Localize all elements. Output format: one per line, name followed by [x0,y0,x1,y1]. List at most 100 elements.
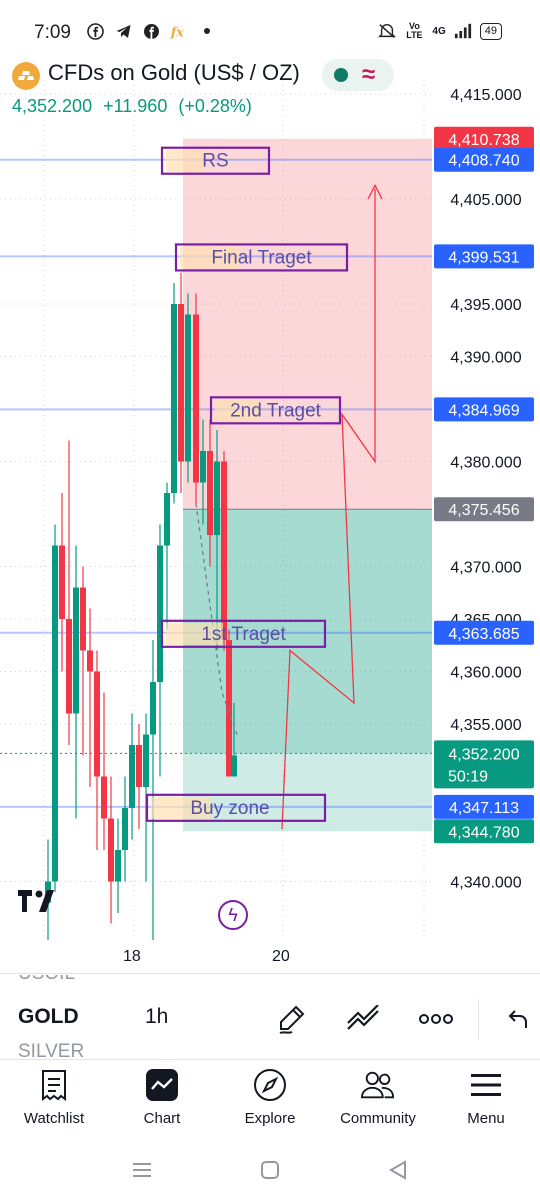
nav-label-explore: Explore [244,1110,296,1127]
candle-body-12[interactable] [129,745,135,808]
axis-tick-2: 4,395.000 [450,297,521,314]
symbol-current[interactable]: GOLD [18,1005,79,1029]
candle-body-18[interactable] [171,304,177,493]
nav-menu[interactable]: Menu [436,1068,536,1127]
last-price-countdown: 50:19 [448,768,488,785]
candle-body-22[interactable] [200,451,206,483]
watchlist-icon [37,1068,71,1102]
axis-tick-3: 4,390.000 [450,350,521,367]
price-tag-label-3: 4,384.969 [448,402,519,419]
chart-canvas[interactable]: RS Final Traget 2nd Traget 1st Traget Buy zo… [0,80,540,940]
back-icon[interactable] [384,1156,412,1184]
annotation-label-1: Final Traget [211,247,312,268]
price-tag-label-6: 4,347.113 [449,800,519,817]
symbol-prev[interactable]: USOIL [18,975,75,985]
price-tag-label-2: 4,399.531 [448,249,519,266]
annotation-highlight-0 [166,149,204,172]
candle-body-25[interactable] [221,461,227,641]
price-tag-label-0: 4,410.738 [448,132,519,149]
mute-icon [378,22,397,40]
axis-tick-5: 4,370.000 [450,560,521,577]
time-label-18: 18 [123,948,141,965]
undo-icon[interactable] [498,999,538,1039]
candle-body-13[interactable] [136,745,142,787]
annotation-label-2: 2nd Traget [230,400,322,421]
candle-body-1[interactable] [52,545,58,882]
candle-body-17[interactable] [164,493,170,546]
facebook-icon [86,22,104,40]
facebook-icon-2 [142,22,160,40]
system-icons: Vo LTE 4G 49 [378,22,502,40]
annotation-label-0: RS [202,151,228,172]
bottom-navigation: Watchlist Chart Explore Community Menu [0,1059,540,1137]
candle-body-8[interactable] [101,776,107,819]
community-icon [361,1068,395,1102]
stop-loss-zone [183,138,432,510]
fx-icon: fx [170,22,188,40]
network-type: 4G [432,25,446,37]
axis-tick-0: 4,415.000 [450,87,521,104]
candle-body-14[interactable] [143,734,149,788]
nav-explore[interactable]: Explore [220,1068,320,1127]
nav-watchlist[interactable]: Watchlist [4,1068,104,1127]
lightning-icon[interactable]: ϟ [218,900,248,930]
nav-label-watchlist: Watchlist [23,1110,85,1127]
price-tag-label-7: 4,344.780 [448,824,519,841]
candle-body-5[interactable] [80,587,86,651]
candle-body-6[interactable] [87,650,93,672]
tradingview-logo-icon [18,888,64,914]
svg-text:fx: fx [170,24,184,39]
annotation-label-4: Buy zone [190,798,269,819]
chart-toolbar: USOIL GOLD SILVER 1h [0,975,540,1059]
pencil-icon[interactable] [272,999,312,1039]
trend-icon[interactable] [344,999,384,1039]
candle-body-21[interactable] [193,314,199,483]
candle-body-10[interactable] [115,850,121,882]
candle-body-4[interactable] [73,587,79,714]
more-icon[interactable] [416,999,456,1039]
android-navigation-bar [0,1140,540,1200]
interval-button[interactable]: 1h [145,1005,168,1029]
time-axis[interactable]: 18 20 [0,940,540,974]
recent-apps-icon[interactable] [128,1156,156,1184]
compass-icon [253,1068,287,1102]
battery-indicator: 49 [479,22,502,40]
price-tag-label-5: 4,363.685 [448,626,519,643]
telegram-icon [114,22,132,40]
nav-chart[interactable]: Chart [112,1068,212,1127]
symbol-picker[interactable]: USOIL GOLD SILVER [18,975,118,1059]
candle-body-11[interactable] [122,808,128,850]
chart-icon [145,1068,179,1102]
candle-body-20[interactable] [185,314,191,462]
candle-body-3[interactable] [66,619,72,714]
symbol-next[interactable]: SILVER [18,1041,84,1059]
nav-community[interactable]: Community [328,1068,428,1127]
last-price-tag-label: 4,352.200 [448,746,519,763]
candle-body-2[interactable] [59,545,65,620]
axis-tick-8: 4,355.000 [450,717,521,734]
candle-body-9[interactable] [108,818,114,882]
candle-body-27[interactable] [231,755,237,777]
candle-body-19[interactable] [178,304,184,462]
nav-label-chart: Chart [143,1110,181,1127]
time-label-20: 20 [272,948,290,965]
toolbar-divider [478,999,479,1039]
candle-body-23[interactable] [207,451,213,535]
candle-body-16[interactable] [157,545,163,683]
candle-body-7[interactable] [94,671,100,777]
status-bar: 7:09 fx Vo LTE 4G 49 [0,0,540,64]
axis-tick-9: 4,340.000 [450,875,521,892]
axis-tick-7: 4,360.000 [450,665,521,682]
notification-icons: fx [86,22,216,40]
candle-body-15[interactable] [150,682,156,735]
status-time: 7:09 [34,22,71,43]
axis-tick-1: 4,405.000 [450,192,521,209]
volte-label: Vo LTE [406,21,423,40]
candle-body-24[interactable] [214,461,220,536]
price-tag-label-1: 4,408.740 [448,153,519,170]
nav-label-community: Community [340,1110,416,1127]
annotation-label-3: 1st Traget [201,624,286,645]
home-icon[interactable] [256,1156,284,1184]
menu-icon [469,1068,503,1102]
price-chart[interactable]: RS Final Traget 2nd Traget 1st Traget Buy zo… [0,80,540,960]
